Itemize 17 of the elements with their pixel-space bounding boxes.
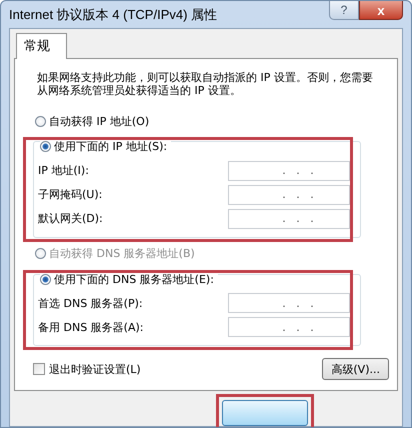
description-text: 如果网络支持此功能，则可以获取自动指派的 IP 设置。否则，您需要从网络系统管理员处获得适当的 IP 设置。 bbox=[37, 71, 374, 97]
radio-option[interactable]: 自动获得 IP 地址(O) bbox=[35, 111, 361, 131]
ip-address-field[interactable]: . . . bbox=[228, 160, 350, 180]
ip-address-field[interactable]: . . . bbox=[228, 317, 350, 337]
advanced-button[interactable]: 高级(V)... bbox=[322, 358, 389, 380]
window-title: Internet 协议版本 4 (TCP/IPv4) 属性 bbox=[9, 6, 218, 24]
help-button[interactable]: ? bbox=[329, 1, 359, 20]
field-label: 默认网关(D): bbox=[38, 211, 103, 226]
ip-address-field[interactable]: . . . bbox=[228, 208, 350, 228]
field-label: 备用 DNS 服务器(A): bbox=[38, 320, 144, 334]
close-button[interactable]: x bbox=[359, 1, 403, 20]
ip-address-field[interactable]: . . . bbox=[228, 184, 350, 204]
tab[interactable]: 常规 bbox=[16, 33, 67, 59]
ip-address-field[interactable]: . . . bbox=[228, 293, 350, 313]
field-label: 子网掩码(U): bbox=[38, 187, 102, 202]
field-label: 首选 DNS 服务器(P): bbox=[38, 296, 143, 310]
field-label: IP 地址(I): bbox=[38, 163, 89, 178]
